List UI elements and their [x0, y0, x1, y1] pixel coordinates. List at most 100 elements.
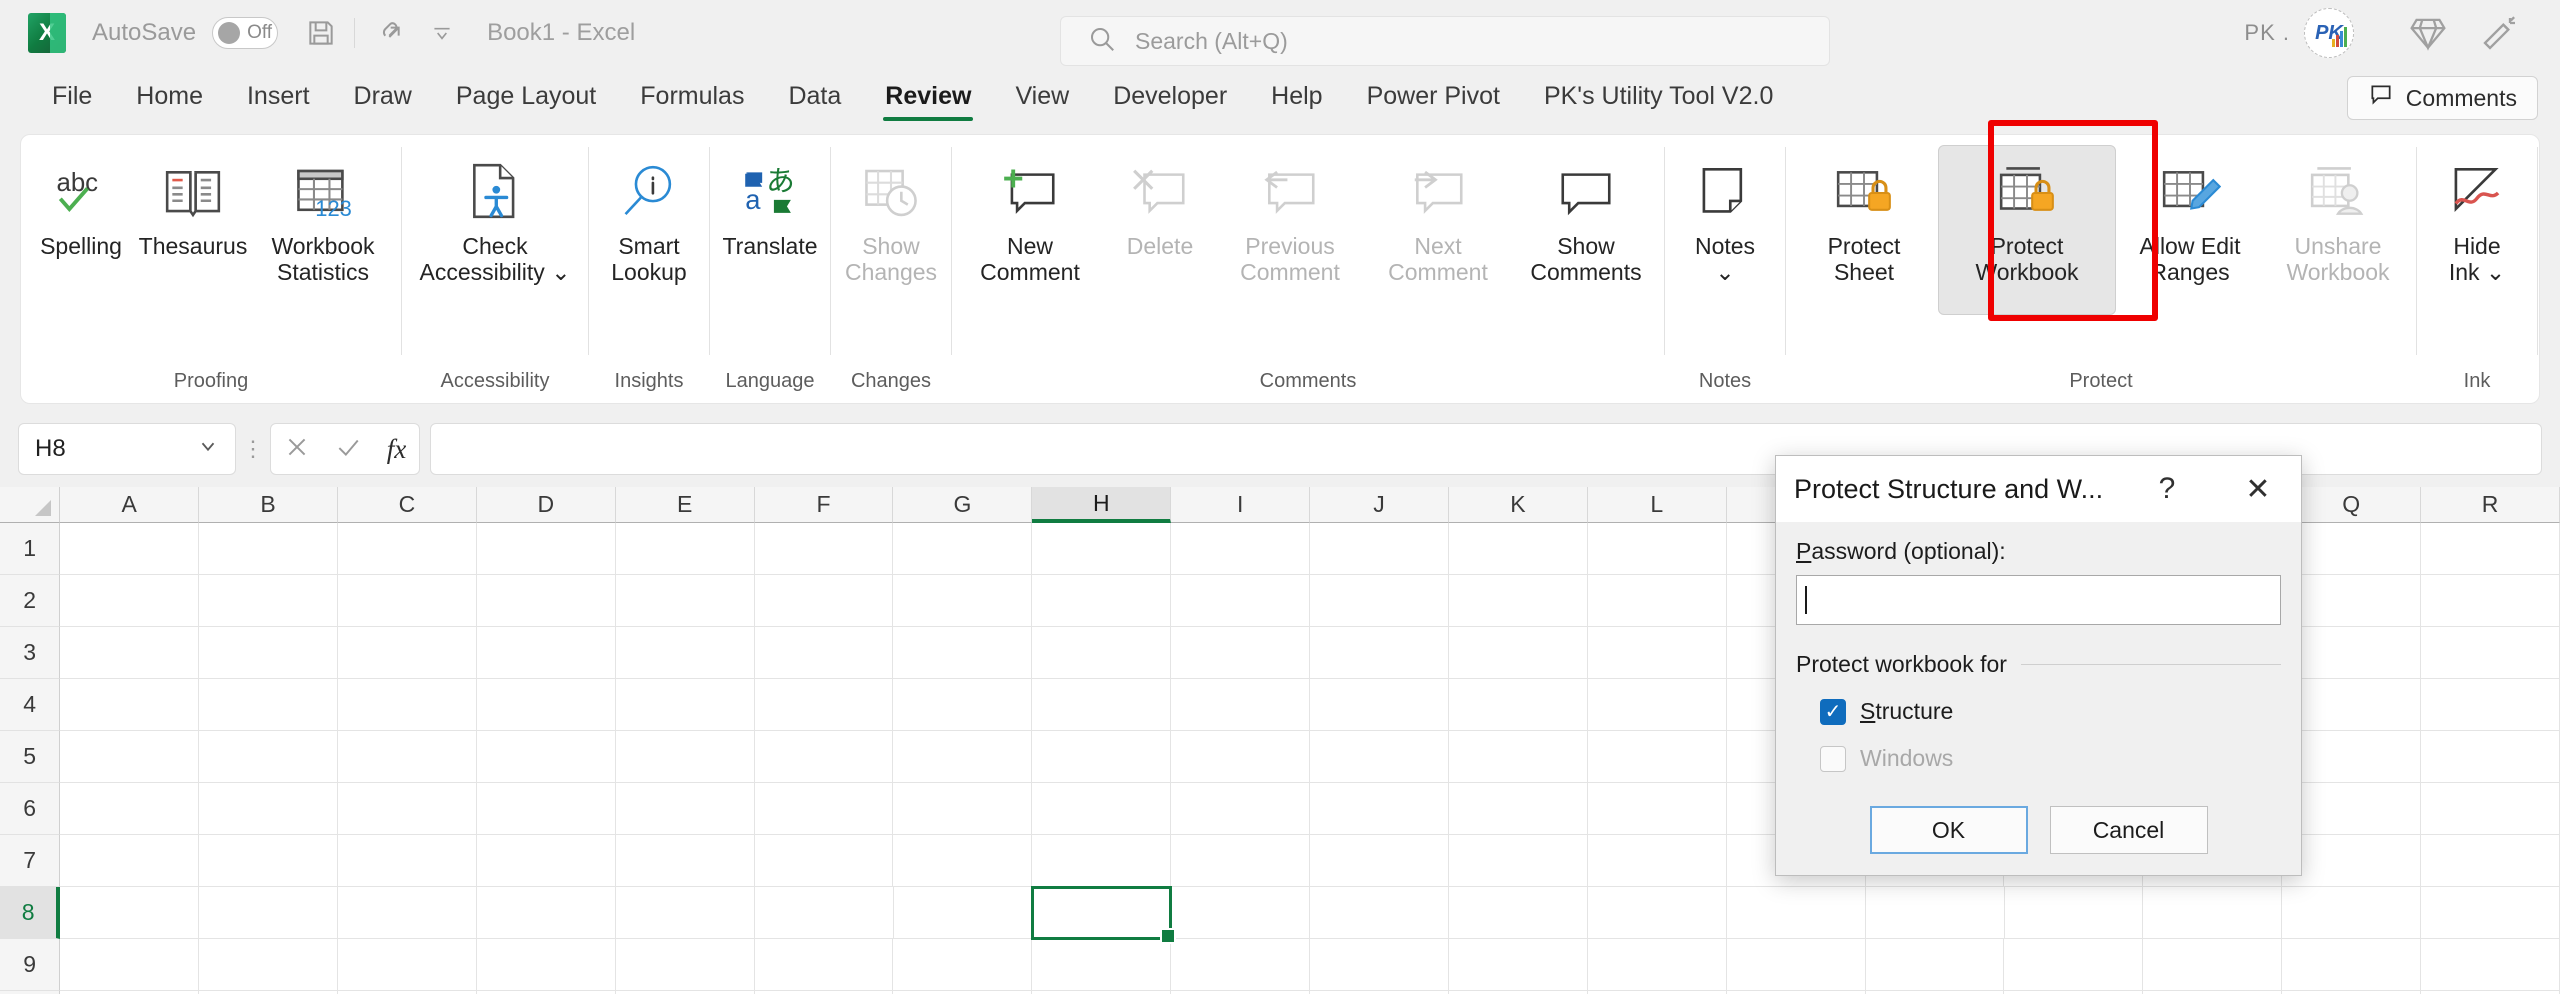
cell-O9[interactable] [2004, 939, 2143, 991]
cell-R5[interactable] [2421, 731, 2560, 783]
close-icon[interactable]: ✕ [2225, 456, 2291, 522]
chevron-down-icon[interactable] [197, 435, 219, 464]
cell-C1[interactable] [338, 523, 477, 575]
cell-C2[interactable] [338, 575, 477, 627]
spelling-button[interactable]: abc Spelling [25, 145, 137, 315]
cell-O8[interactable] [2005, 887, 2144, 939]
cell-I8[interactable] [1171, 887, 1310, 939]
cell-A7[interactable] [60, 835, 199, 887]
cell-I7[interactable] [1171, 835, 1310, 887]
cell-J6[interactable] [1310, 783, 1449, 835]
cell-B5[interactable] [199, 731, 338, 783]
cell-H8[interactable] [1032, 887, 1171, 939]
cell-D9[interactable] [477, 939, 616, 991]
row-header-6[interactable]: 6 [0, 783, 60, 835]
hide-ink-button[interactable]: Hide Ink ⌄ [2421, 145, 2533, 315]
row-header-2[interactable]: 2 [0, 575, 60, 627]
cell-L7[interactable] [1588, 835, 1727, 887]
formula-bar-options-icon[interactable]: ⋮ [236, 436, 270, 462]
cell-Q7[interactable] [2282, 835, 2421, 887]
show-comments-button[interactable]: Show Comments [1512, 145, 1660, 315]
cell-Q6[interactable] [2282, 783, 2421, 835]
tab-developer[interactable]: Developer [1091, 68, 1249, 124]
cell-H4[interactable] [1032, 679, 1171, 731]
cell-E9[interactable] [616, 939, 755, 991]
cell-K3[interactable] [1449, 627, 1588, 679]
tab-pk-utility-tool[interactable]: PK's Utility Tool V2.0 [1522, 68, 1795, 124]
help-icon[interactable]: ? [2141, 456, 2193, 522]
insert-function-fx-icon[interactable]: fx [387, 434, 407, 465]
cell-H9[interactable] [1032, 939, 1171, 991]
tab-view[interactable]: View [993, 68, 1091, 124]
cell-A4[interactable] [60, 679, 199, 731]
cell-N9[interactable] [1866, 939, 2005, 991]
cell-C4[interactable] [338, 679, 477, 731]
cell-B4[interactable] [199, 679, 338, 731]
cell-K1[interactable] [1449, 523, 1588, 575]
cell-K6[interactable] [1449, 783, 1588, 835]
column-header-G[interactable]: G [893, 487, 1032, 523]
search-box[interactable]: Search (Alt+Q) [1060, 16, 1830, 66]
cell-K9[interactable] [1449, 939, 1588, 991]
cell-L4[interactable] [1588, 679, 1727, 731]
cell-R7[interactable] [2421, 835, 2560, 887]
allow-edit-ranges-button[interactable]: Allow Edit Ranges [2116, 145, 2264, 315]
cell-G6[interactable] [893, 783, 1032, 835]
cell-R8[interactable] [2421, 887, 2560, 939]
cell-C9[interactable] [338, 939, 477, 991]
cell-P8[interactable] [2143, 887, 2282, 939]
cell-D3[interactable] [477, 627, 616, 679]
cell-A3[interactable] [60, 627, 199, 679]
cell-R2[interactable] [2421, 575, 2560, 627]
cell-D4[interactable] [477, 679, 616, 731]
cell-H1[interactable] [1032, 523, 1171, 575]
cell-A5[interactable] [60, 731, 199, 783]
column-header-B[interactable]: B [199, 487, 338, 523]
cell-Q8[interactable] [2282, 887, 2421, 939]
cell-E2[interactable] [616, 575, 755, 627]
cell-H2[interactable] [1032, 575, 1171, 627]
cell-F6[interactable] [755, 783, 894, 835]
cell-K7[interactable] [1449, 835, 1588, 887]
cell-F3[interactable] [755, 627, 894, 679]
password-input[interactable] [1796, 575, 2281, 625]
workbook-statistics-button[interactable]: 123 Workbook Statistics [249, 145, 397, 315]
cell-A8[interactable] [60, 887, 199, 939]
cell-I6[interactable] [1171, 783, 1310, 835]
cell-L5[interactable] [1588, 731, 1727, 783]
column-header-K[interactable]: K [1449, 487, 1588, 523]
share-upload-icon[interactable] [361, 8, 415, 58]
cell-D1[interactable] [477, 523, 616, 575]
cell-L1[interactable] [1588, 523, 1727, 575]
cell-E6[interactable] [616, 783, 755, 835]
cancel-button[interactable]: Cancel [2050, 806, 2208, 854]
column-header-R[interactable]: R [2421, 487, 2560, 523]
cell-K8[interactable] [1449, 887, 1588, 939]
cell-B1[interactable] [199, 523, 338, 575]
column-header-I[interactable]: I [1171, 487, 1310, 523]
cell-C3[interactable] [338, 627, 477, 679]
cell-I5[interactable] [1171, 731, 1310, 783]
cell-B7[interactable] [199, 835, 338, 887]
cell-L8[interactable] [1588, 887, 1727, 939]
tab-page-layout[interactable]: Page Layout [434, 68, 618, 124]
cell-Q9[interactable] [2282, 939, 2421, 991]
cell-K5[interactable] [1449, 731, 1588, 783]
row-header-8[interactable]: 8 [0, 887, 60, 939]
cell-D6[interactable] [477, 783, 616, 835]
cell-J9[interactable] [1310, 939, 1449, 991]
cell-F4[interactable] [755, 679, 894, 731]
cell-I1[interactable] [1171, 523, 1310, 575]
avatar[interactable]: PK [2304, 8, 2354, 58]
cell-Q2[interactable] [2282, 575, 2421, 627]
column-header-D[interactable]: D [477, 487, 616, 523]
cell-Q3[interactable] [2282, 627, 2421, 679]
cell-R3[interactable] [2421, 627, 2560, 679]
cell-P9[interactable] [2143, 939, 2282, 991]
cell-J4[interactable] [1310, 679, 1449, 731]
cell-L3[interactable] [1588, 627, 1727, 679]
cell-N8[interactable] [1866, 887, 2005, 939]
cell-H5[interactable] [1032, 731, 1171, 783]
tab-home[interactable]: Home [114, 68, 225, 124]
tab-data[interactable]: Data [766, 68, 863, 124]
